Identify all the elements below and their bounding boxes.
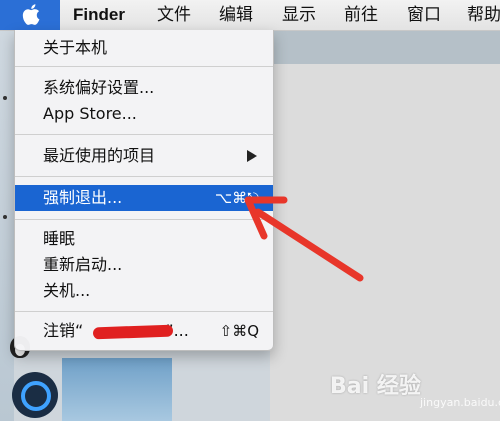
- annotation-arrow-icon: [244, 196, 364, 282]
- watermark-logo: Bai 经验: [330, 374, 421, 399]
- watermark-url: jingyan.baidu.com: [420, 396, 500, 409]
